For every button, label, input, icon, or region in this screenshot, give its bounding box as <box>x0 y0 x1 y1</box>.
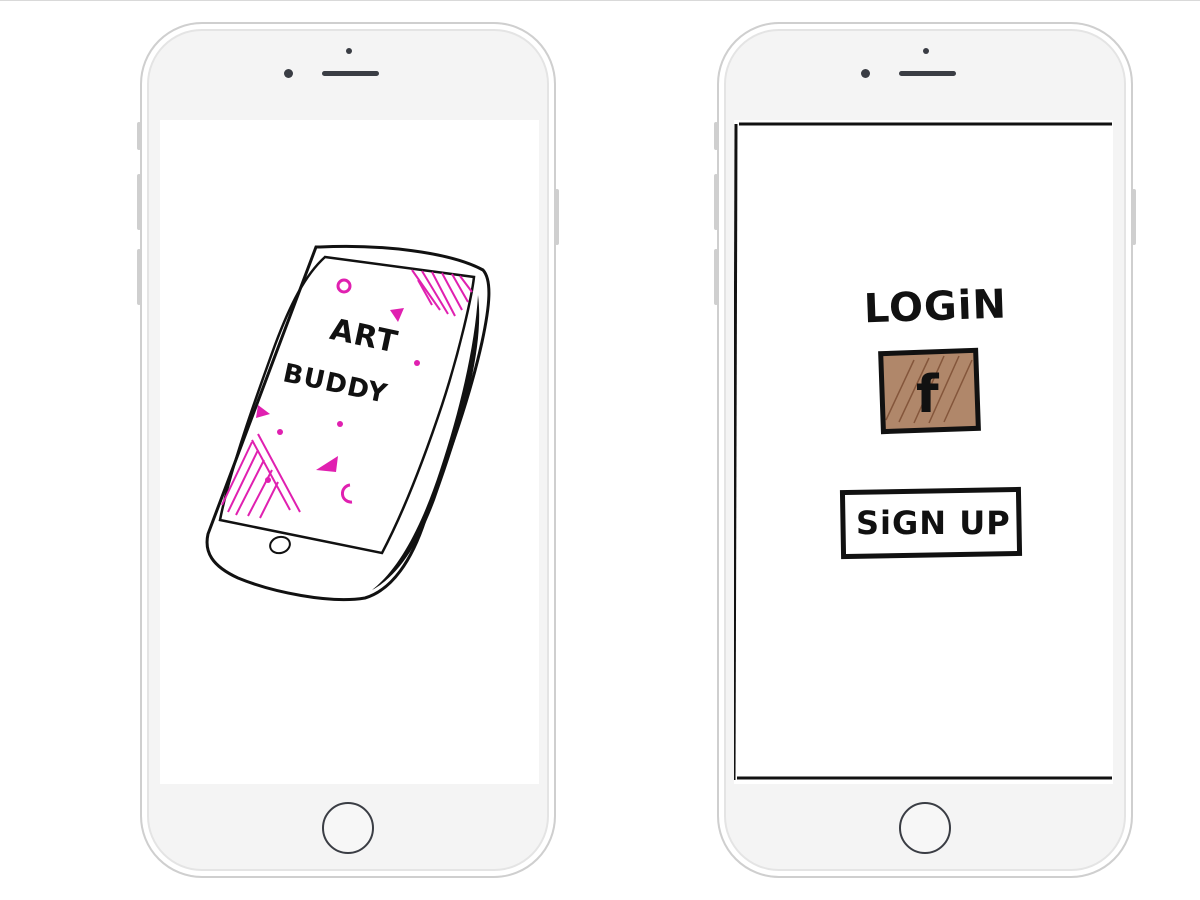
facebook-login-button[interactable]: f <box>878 347 981 435</box>
doodle-circle-1 <box>336 278 352 294</box>
doodle-arc <box>341 483 353 504</box>
facebook-icon: f <box>916 365 940 425</box>
power-button <box>1132 189 1136 245</box>
signup-button[interactable]: SiGN UP <box>839 486 1023 560</box>
login-screen: LOGiN f SiGN UP <box>734 120 1113 784</box>
splash-sketch: ART BUDDY <box>205 244 491 602</box>
proximity-sensor <box>923 48 929 54</box>
doodle-dot-4 <box>265 477 271 483</box>
doodle-triangle-1 <box>390 308 404 322</box>
doodle-dot-1 <box>414 360 420 366</box>
sketch-home-button <box>269 535 291 555</box>
mute-switch <box>714 122 718 150</box>
front-camera <box>284 69 293 78</box>
pink-hatch-bottom <box>221 433 301 519</box>
paper-edge-left <box>734 123 738 781</box>
doodle-dot-3 <box>337 421 343 427</box>
pink-hatch-top <box>411 269 473 317</box>
volume-up-button <box>714 174 718 230</box>
login-sketch: LOGiN f SiGN UP <box>734 122 1112 781</box>
proximity-sensor <box>346 48 352 54</box>
doodle-dot-2 <box>277 429 283 435</box>
phone-frame-login: LOGiN f SiGN UP <box>714 22 1136 878</box>
volume-down-button <box>714 249 718 305</box>
app-title-line2: BUDDY <box>280 358 390 409</box>
signup-label: SiGN UP <box>856 504 1011 542</box>
front-camera <box>861 69 870 78</box>
phone-frame-splash: ART BUDDY <box>137 22 559 878</box>
home-button[interactable] <box>322 802 374 854</box>
top-divider <box>0 0 1200 1</box>
earpiece-speaker <box>899 71 956 76</box>
doodle-triangle-3 <box>316 456 338 472</box>
app-title-line1: ART <box>327 312 401 360</box>
power-button <box>555 189 559 245</box>
doodle-triangle-2 <box>256 405 270 418</box>
login-heading: LOGiN <box>863 281 1008 332</box>
splash-screen[interactable]: ART BUDDY <box>160 120 539 784</box>
earpiece-speaker <box>322 71 379 76</box>
volume-down-button <box>137 249 141 305</box>
volume-up-button <box>137 174 141 230</box>
home-button[interactable] <box>899 802 951 854</box>
mute-switch <box>137 122 141 150</box>
